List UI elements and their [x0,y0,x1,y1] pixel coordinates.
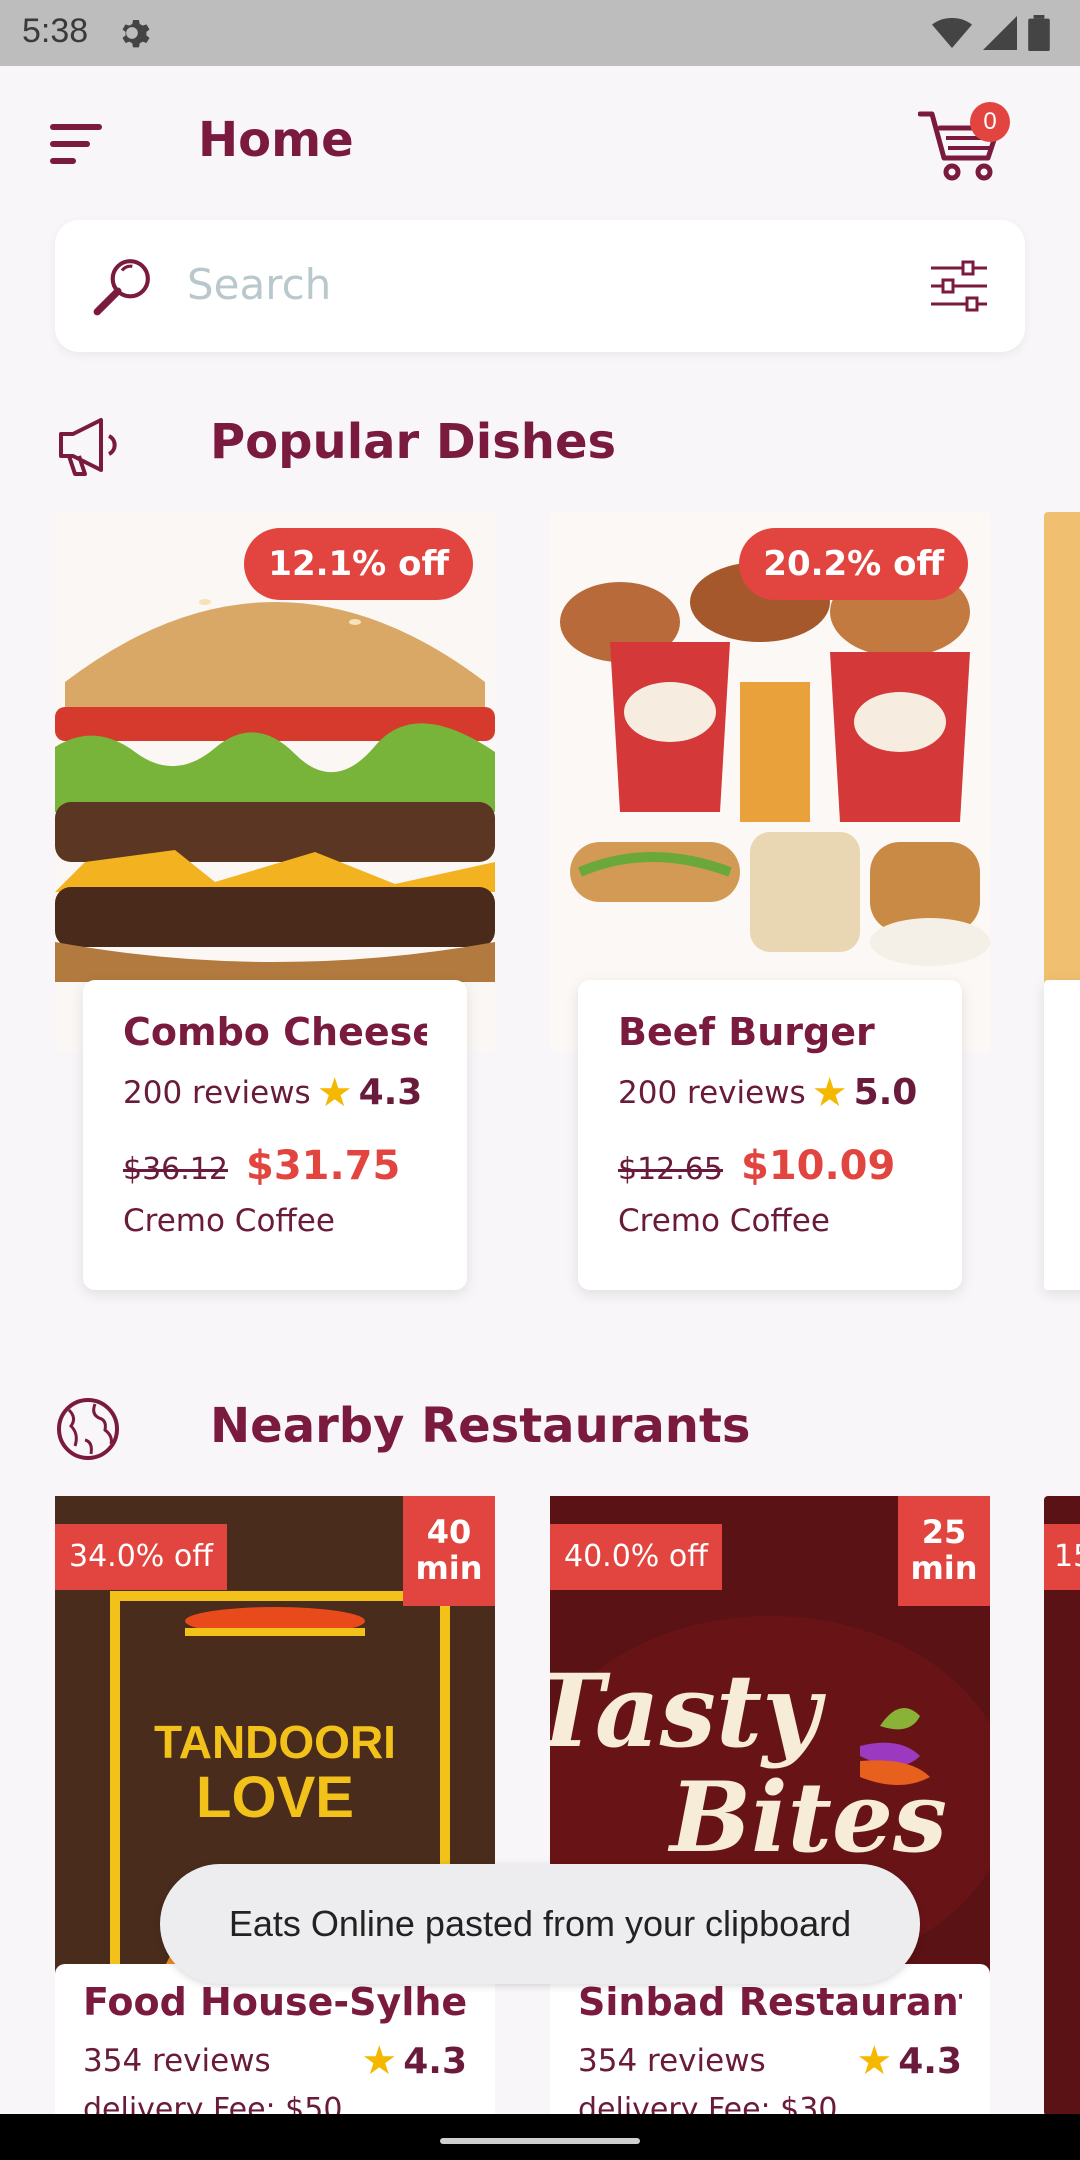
restaurant-card[interactable]: Tasty Bites 40.0% off 25 min Sinbad Rest… [550,1496,990,2127]
restaurant-reviews: 354 reviews ★ 4.3 [578,2038,962,2084]
search-input[interactable]: Search [187,260,331,309]
restaurant-card[interactable]: TANDOORI LOVE 34.0% off 40 min Food Hous… [55,1496,495,2127]
dish-name: Combo Cheese [123,1010,427,1054]
megaphone-icon [59,418,117,476]
rating-value: 5.0 [853,1072,918,1113]
dish-image: 12.1% off [55,512,495,1052]
star-icon: ★ [811,1069,848,1116]
restaurant-name: Food House-Sylhet [83,1980,467,2024]
section-title: Popular Dishes [210,414,617,470]
review-count: 200 reviews [618,1074,806,1111]
dish-image: 20.2% off [550,512,990,1052]
home-gesture-handle[interactable] [440,2138,640,2144]
settings-gear-icon [122,20,150,48]
signal-icon [983,16,1017,50]
dish-info-partial [1044,980,1080,1290]
delivery-time-badge: 40 min [403,1496,495,1606]
old-price: $12.65 [618,1152,723,1187]
dish-shop: Cremo Coffee [618,1203,830,1239]
discount-badge: 34.0% off [55,1524,227,1590]
star-icon: ★ [856,2038,893,2084]
restaurant-info: Food House-Sylhet 354 reviews ★ 4.3 deliv… [55,1964,495,2127]
star-icon: ★ [361,2038,398,2084]
app-bar: Home 0 [0,66,1080,216]
discount-badge: 40.0% off [550,1524,722,1590]
dish-shop: Cremo Coffee [123,1203,335,1239]
popular-dishes-header: Popular Dishes [55,408,1055,488]
discount-badge: 20.2% off [739,528,968,600]
discount-badge: 12.1% off [244,528,473,600]
battery-icon [1028,15,1050,51]
dish-price: $36.12 $31.75 [123,1143,427,1189]
current-price: $31.75 [245,1143,401,1189]
rating-value: 4.3 [403,2040,467,2082]
review-count: 354 reviews [83,2043,271,2079]
restaurant-logo-text: TANDOORI LOVE [154,1716,396,1830]
current-price: $10.09 [740,1143,896,1189]
page-title: Home [198,112,354,168]
review-count: 354 reviews [578,2043,766,2079]
discount-badge: 15 [1044,1524,1080,1590]
rating-value: 4.3 [358,1072,423,1113]
dish-card[interactable]: 12.1% off Combo Cheese 200 reviews ★ 4.3… [55,512,495,1292]
nearby-restaurants-header: Nearby Restaurants [55,1392,1055,1472]
dish-card-partial[interactable] [1044,512,1080,992]
clipboard-toast: Eats Online pasted from your clipboard [160,1864,920,1984]
dish-info: Beef Burger 200 reviews ★ 5.0 $12.65 $10… [578,980,962,1290]
delivery-time-badge: 25 min [898,1496,990,1606]
dish-reviews: 200 reviews ★ 5.0 [618,1072,922,1113]
star-icon: ★ [316,1069,353,1116]
restaurant-reviews: 354 reviews ★ 4.3 [83,2038,467,2084]
globe-icon [57,1398,119,1460]
restaurant-logo-text: Tasty Bites [550,1652,948,1874]
restaurant-name: Sinbad Restaurant [578,1980,962,2024]
rating-value: 4.3 [898,2040,962,2082]
section-title: Nearby Restaurants [210,1398,751,1454]
status-time: 5:38 [22,12,89,50]
cart-count-badge: 0 [970,102,1010,142]
dish-card[interactable]: 20.2% off Beef Burger 200 reviews ★ 5.0 … [550,512,990,1292]
menu-icon[interactable] [50,122,106,166]
wifi-icon [932,18,972,48]
status-bar: 5:38 [0,0,1080,66]
restaurant-info: Sinbad Restaurant 354 reviews ★ 4.3 deliv… [550,1964,990,2127]
dish-info: Combo Cheese 200 reviews ★ 4.3 $36.12 $3… [83,980,467,1290]
old-price: $36.12 [123,1152,228,1187]
filter-icon[interactable] [929,258,989,314]
dish-name: Beef Burger [618,1010,875,1054]
dish-reviews: 200 reviews ★ 4.3 [123,1072,427,1113]
review-count: 200 reviews [123,1074,311,1111]
search-bar[interactable]: Search [55,220,1025,352]
system-nav-bar [0,2114,1080,2160]
restaurant-card-partial[interactable]: 15 [1044,1496,1080,2116]
dish-price: $12.65 $10.09 [618,1143,922,1189]
search-icon [93,259,150,316]
